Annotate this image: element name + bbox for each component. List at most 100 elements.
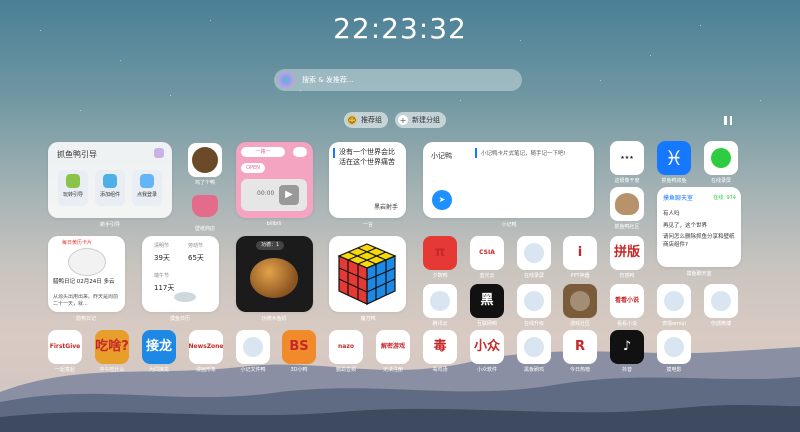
app-24-label: 无法注册 bbox=[382, 367, 403, 373]
app-30[interactable] bbox=[657, 330, 691, 364]
merit-widget[interactable]: 功德：1 bbox=[236, 236, 313, 312]
almanac-line-1: 从源头出用出来。昨天是周前 bbox=[53, 294, 119, 300]
app-1-label: 这很像干度 bbox=[614, 178, 640, 184]
app-19[interactable]: 接龙 bbox=[142, 330, 176, 364]
clock: 22:23:32 bbox=[333, 12, 467, 45]
search-input[interactable] bbox=[300, 75, 504, 85]
app-30-label: 摸电影 bbox=[666, 367, 682, 373]
app-24[interactable]: 解密游戏 bbox=[376, 330, 410, 364]
app-28[interactable]: R bbox=[563, 330, 597, 364]
chat-title: 摸鱼聊天室 bbox=[663, 195, 694, 202]
app-3[interactable] bbox=[704, 141, 738, 175]
app-17[interactable]: FirstGive bbox=[48, 330, 82, 364]
app-25[interactable]: 毒 bbox=[423, 330, 457, 364]
note-widget[interactable]: 小记鸭 小记鸭卡片式笔记，随手记一下吧! ➤ bbox=[423, 142, 594, 218]
app-7[interactable] bbox=[517, 236, 551, 270]
bilibili-tv-icon bbox=[293, 147, 307, 157]
app-20-label: 漫画形象 bbox=[195, 367, 216, 373]
duck-games-icon[interactable] bbox=[188, 143, 222, 177]
app-20[interactable]: NewsZone bbox=[189, 330, 223, 364]
bilibili-time: 00:00 bbox=[257, 190, 275, 197]
almanac-caption: 腊鸭日记 bbox=[75, 316, 96, 322]
fish-guide-widget[interactable]: 抓鱼鸭引导 玩转引导 添加组件 点我登录 bbox=[48, 142, 172, 218]
quote-widget[interactable]: 没有一个世界会比活在这个世界痛苦 黑岩射手 bbox=[329, 142, 406, 218]
chat-msg-2: 再见了，这个世界 bbox=[663, 223, 708, 229]
app-2[interactable]: ♓ bbox=[657, 141, 691, 175]
pause-icon[interactable] bbox=[724, 116, 732, 125]
r-icon: R bbox=[574, 338, 585, 354]
app-8[interactable]: i bbox=[563, 236, 597, 270]
merit-caption: 功德木鱼机 bbox=[261, 316, 287, 322]
app-5[interactable]: π bbox=[423, 236, 457, 270]
cube-widget[interactable] bbox=[329, 236, 406, 312]
basketball-icon bbox=[524, 337, 544, 357]
holiday-c-name: 端午节 bbox=[154, 273, 170, 279]
login-button[interactable]: 点我登录 bbox=[132, 170, 162, 206]
app-13[interactable] bbox=[563, 284, 597, 318]
chat-widget[interactable]: 摸鱼聊天室 在线: 974 有人吗 再见了，这个世界 请问怎么删除抓鱼分享和壁纸… bbox=[657, 187, 741, 267]
app-1[interactable]: ★★★ bbox=[610, 141, 644, 175]
cube-caption: 魔方鸭 bbox=[360, 316, 376, 322]
holiday-b-name: 劳动节 bbox=[188, 243, 204, 249]
app-14[interactable]: 看看小说 bbox=[610, 284, 644, 318]
new-group-button[interactable]: + 新建分组 bbox=[395, 112, 446, 128]
wooden-fish-icon[interactable] bbox=[250, 258, 298, 298]
app-11[interactable]: 黑 bbox=[470, 284, 504, 318]
app-21[interactable] bbox=[236, 330, 270, 364]
novel-icon: 看看小说 bbox=[614, 296, 639, 304]
app-3-icon bbox=[711, 148, 731, 168]
printer-icon bbox=[243, 337, 263, 357]
bilibili-open[interactable]: OPEN bbox=[241, 163, 265, 173]
login-label: 点我登录 bbox=[136, 192, 157, 198]
app-26[interactable]: 小众 bbox=[470, 330, 504, 364]
unlock-icon: 解密游戏 bbox=[380, 342, 405, 350]
ppt-icon: i bbox=[577, 244, 583, 260]
app-12[interactable] bbox=[517, 284, 551, 318]
lunch-icon: 吃啥? bbox=[95, 338, 129, 354]
flower-icon bbox=[154, 148, 164, 158]
app-16[interactable] bbox=[704, 284, 738, 318]
xiaozhong-icon: 小众 bbox=[473, 338, 500, 354]
holiday-widget[interactable]: 清明节 39天 劳动节 65天 端午节 117天 bbox=[142, 236, 219, 312]
app-0[interactable] bbox=[188, 189, 222, 223]
pi-icon: π bbox=[434, 244, 446, 260]
app-15[interactable] bbox=[657, 284, 691, 318]
meme-face-icon bbox=[68, 248, 106, 276]
app-5-label: 夕数鸭 bbox=[432, 273, 448, 279]
new-group-label: 新建分组 bbox=[412, 116, 440, 124]
app-12-label: 在线升级 bbox=[523, 321, 544, 327]
jielong-icon: 接龙 bbox=[145, 338, 172, 354]
play-icon[interactable]: ▶ bbox=[279, 185, 299, 205]
app-21-label: 小记文件鸭 bbox=[240, 367, 266, 373]
money-icon: FirstGive bbox=[49, 342, 81, 350]
app-23[interactable]: nazo bbox=[329, 330, 363, 364]
app-0-icon bbox=[192, 195, 218, 217]
bilibili-widget[interactable]: 一路一 OPEN 00:00 ▶ bbox=[236, 142, 313, 218]
chat-caption: 摸鱼聊天室 bbox=[686, 271, 712, 277]
app-18[interactable]: 吃啥? bbox=[95, 330, 129, 364]
puzzle-icon bbox=[103, 174, 117, 188]
app-19-label: 为同接龙 bbox=[148, 367, 169, 373]
chat-online: 在线: 974 bbox=[713, 195, 736, 201]
app-9-label: 伤感鸭 bbox=[619, 273, 635, 279]
app-9[interactable]: 拼版 bbox=[610, 236, 644, 270]
note-marker bbox=[475, 148, 477, 158]
almanac-line-2: 二十一天，就... bbox=[53, 301, 88, 307]
send-icon[interactable]: ➤ bbox=[432, 190, 452, 210]
app-27[interactable] bbox=[517, 330, 551, 364]
bilibili-player[interactable]: 00:00 ▶ bbox=[241, 179, 307, 211]
app-29[interactable]: ♪ bbox=[610, 330, 644, 364]
app-6[interactable]: CSIA bbox=[470, 236, 504, 270]
app-10[interactable] bbox=[423, 284, 457, 318]
fish-guide-caption: 新手引导 bbox=[99, 222, 120, 228]
guide-tour-button[interactable]: 玩转引导 bbox=[58, 170, 88, 206]
holiday-a-days: 39天 bbox=[154, 254, 170, 262]
tab-recommended[interactable]: ☺ 推荐组 bbox=[344, 112, 388, 128]
hei-icon: 黑 bbox=[480, 292, 494, 308]
app-13-label: 游戏社区 bbox=[569, 321, 590, 327]
app-4[interactable] bbox=[610, 187, 644, 221]
almanac-widget[interactable]: 每日黄历卡片 腊鸭日记 02月24日 多云 从源头出用出来。昨天是周前 二十一天… bbox=[48, 236, 125, 312]
add-widget-button[interactable]: 添加组件 bbox=[95, 170, 125, 206]
app-22[interactable]: BS bbox=[282, 330, 316, 364]
search-bar[interactable] bbox=[274, 69, 522, 91]
